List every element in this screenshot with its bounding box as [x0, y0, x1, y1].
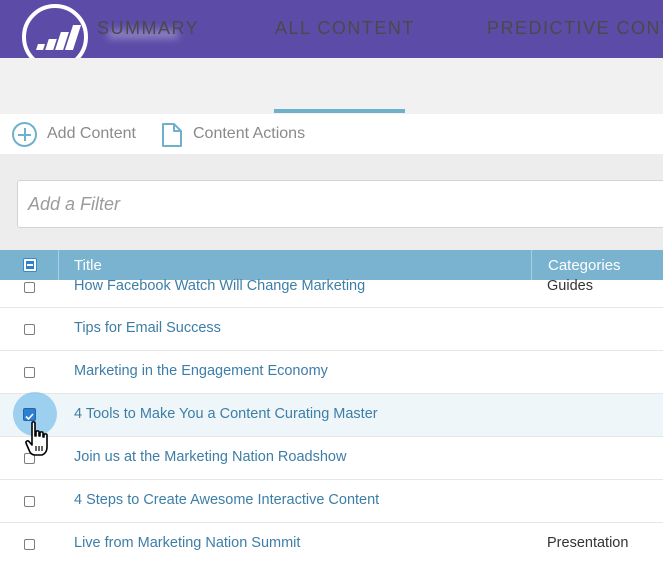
column-header-categories[interactable]: Categories [548, 257, 621, 274]
tab-bar [0, 58, 663, 114]
column-header-title[interactable]: Title [74, 257, 102, 274]
add-content-button[interactable]: Add Content [47, 125, 136, 143]
table-row[interactable]: Join us at the Marketing Nation Roadshow [0, 437, 663, 480]
table-row[interactable]: How Facebook Watch Will Change Marketing… [0, 278, 663, 308]
row-title-link[interactable]: Marketing in the Engagement Economy [74, 363, 328, 379]
row-title-link[interactable]: 4 Steps to Create Awesome Interactive Co… [74, 492, 379, 508]
row-checkbox[interactable] [24, 539, 35, 550]
row-checkbox[interactable] [24, 496, 35, 507]
row-title-link[interactable]: Live from Marketing Nation Summit [74, 535, 300, 551]
row-title-link[interactable]: How Facebook Watch Will Change Marketing [74, 278, 365, 294]
row-title-link[interactable]: 4 Tools to Make You a Content Curating M… [74, 406, 378, 422]
row-category: Guides [547, 278, 593, 294]
column-divider [58, 250, 59, 280]
table-row-selected[interactable]: 4 Tools to Make You a Content Curating M… [0, 394, 663, 437]
document-icon[interactable] [161, 123, 183, 147]
table-row[interactable]: Live from Marketing Nation Summit Presen… [0, 523, 663, 561]
row-title-link[interactable]: Join us at the Marketing Nation Roadshow [74, 449, 346, 465]
filter-input[interactable]: Add a Filter [17, 180, 663, 228]
tab-predictive-content[interactable]: PREDICTIVE CONTE [487, 18, 663, 39]
content-actions-button[interactable]: Content Actions [193, 125, 305, 143]
table-row[interactable]: Marketing in the Engagement Economy [0, 351, 663, 394]
table-row[interactable]: Tips for Email Success [0, 308, 663, 351]
tab-all-content[interactable]: ALL CONTENT [275, 18, 415, 39]
hand-pointer-icon [25, 421, 48, 456]
row-checkbox[interactable] [24, 367, 35, 378]
plus-circle-icon[interactable] [12, 122, 37, 147]
column-divider[interactable] [531, 250, 532, 280]
active-tab-indicator [274, 109, 405, 113]
row-checkbox[interactable] [24, 282, 35, 293]
row-category: Presentation [547, 535, 629, 551]
table-row[interactable]: 4 Steps to Create Awesome Interactive Co… [0, 480, 663, 523]
row-checkbox[interactable] [24, 324, 35, 335]
select-all-checkbox[interactable] [23, 258, 37, 272]
tab-summary[interactable]: SUMMARY [97, 18, 199, 39]
row-title-link[interactable]: Tips for Email Success [74, 320, 221, 336]
